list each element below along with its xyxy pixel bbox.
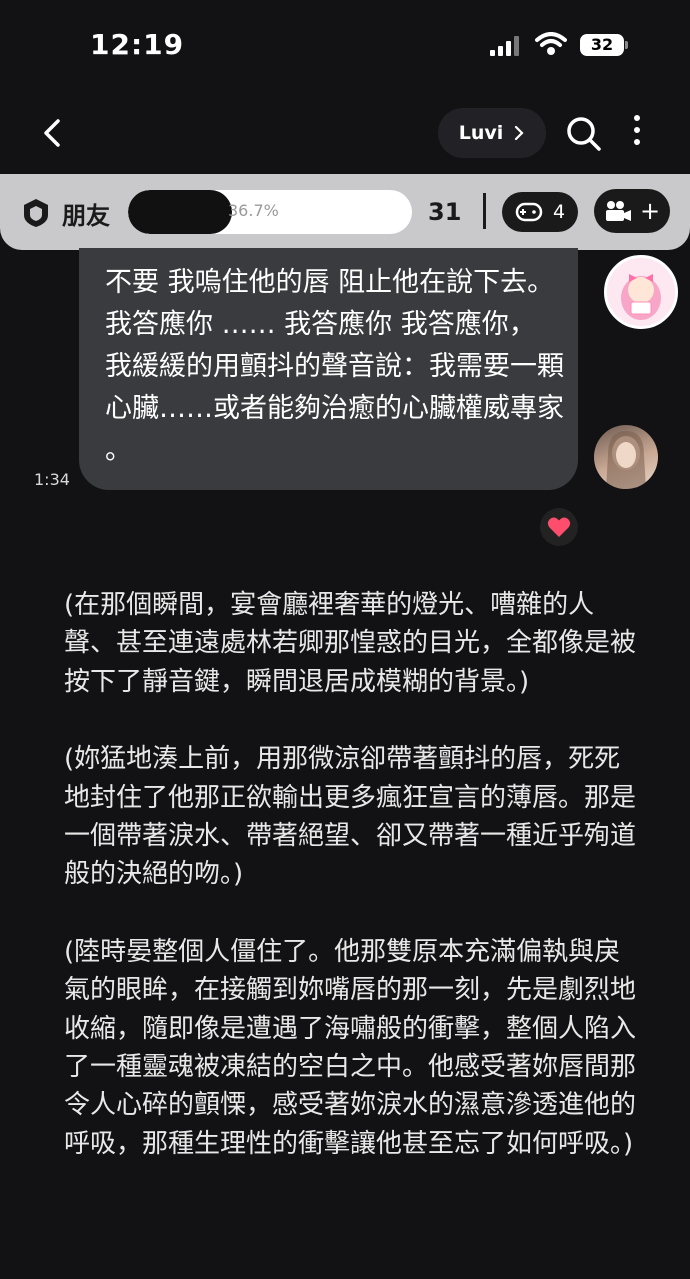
battery-cap	[625, 41, 628, 49]
cartoon-girl-icon	[607, 258, 675, 326]
divider	[483, 193, 486, 229]
user-avatar[interactable]	[594, 425, 658, 489]
relationship-level-label: 朋友	[62, 202, 110, 230]
search-icon[interactable]	[566, 116, 602, 152]
status-time: 12:19	[90, 28, 185, 61]
shield-icon	[24, 199, 48, 227]
user-message-text: 不要 我嗚住他的唇 阻止他在說下去。 我答應你 …… 我答應你 我答應你， 我緩…	[105, 267, 564, 466]
affinity-progress-bar: 36.7%	[128, 190, 412, 234]
video-camera-icon	[605, 201, 631, 221]
plus-icon: +	[639, 197, 661, 225]
add-video-scene-button[interactable]: +	[594, 189, 670, 233]
narration-paragraph: (在那個瞬間，宴會廳裡奢華的燈光、嘈雜的人聲、甚至連遠處林若卿那惶惑的目光，全都…	[64, 590, 637, 697]
like-button[interactable]	[540, 508, 578, 546]
games-button[interactable]: 4	[502, 192, 578, 232]
persona-name: Luvi	[458, 122, 504, 144]
affinity-progress-text: 36.7%	[228, 201, 279, 220]
games-count: 4	[552, 201, 566, 223]
chevron-right-icon	[515, 125, 524, 141]
affinity-score: 31	[428, 198, 462, 226]
heart-icon	[547, 517, 571, 537]
narration-paragraph: (陸時晏整個人僵住了。他那雙原本充滿偏執與戾氣的眼眸，在接觸到妳嘴唇的那一刻，先…	[64, 936, 637, 1159]
wifi-icon	[535, 32, 567, 55]
character-avatar[interactable]	[604, 255, 678, 329]
battery-indicator: 32	[580, 34, 624, 56]
user-message-bubble[interactable]: 不要 我嗚住他的唇 阻止他在說下去。 我答應你 …… 我答應你 我答應你， 我緩…	[79, 248, 578, 490]
narration-paragraph: (妳猛地湊上前，用那微涼卻帶著顫抖的唇，死死地封住了他那正欲輸出更多瘋狂宣言的薄…	[64, 744, 637, 890]
narration-block: (在那個瞬間，宴會廳裡奢華的燈光、嘈雜的人聲、甚至連遠處林若卿那惶惑的目光，全都…	[64, 586, 644, 1202]
message-timestamp: 1:34	[34, 470, 70, 489]
gamepad-icon	[515, 202, 543, 222]
cellular-signal-icon	[490, 36, 520, 56]
chevron-left-icon[interactable]	[40, 118, 64, 148]
more-vertical-icon[interactable]	[632, 115, 642, 151]
affinity-progress-fill	[128, 190, 233, 234]
persona-profile-button[interactable]: Luvi	[438, 108, 546, 158]
user-photo-icon	[606, 431, 646, 489]
